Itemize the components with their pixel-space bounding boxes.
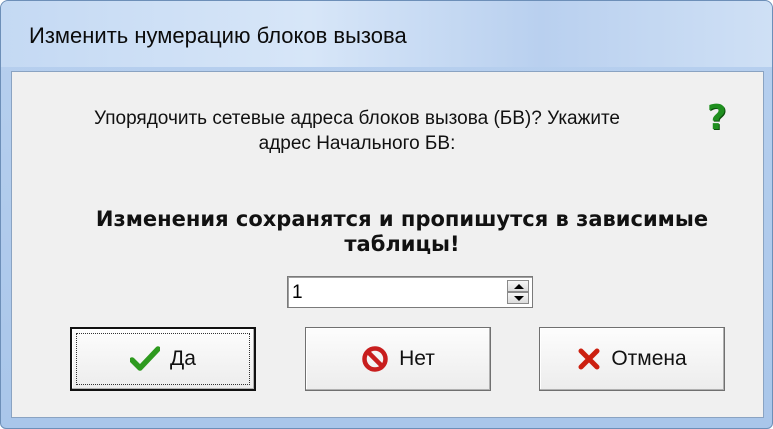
question-line-1: Упорядочить сетевые адреса блоков вызова… [94,108,620,129]
cross-icon [577,347,601,371]
spinner-buttons [507,280,529,304]
spinner-up-button[interactable] [507,280,529,292]
start-address-input[interactable]: 1 [292,282,303,304]
yes-button[interactable]: Да [70,327,256,391]
spinner-down-button[interactable] [507,292,529,304]
dialog-window: Изменить нумерацию блоков вызова Упорядо… [0,0,773,429]
cancel-button[interactable]: Отмена [539,327,725,391]
no-button-label: Нет [399,347,435,370]
no-button[interactable]: Нет [305,327,491,391]
dialog-body: Упорядочить сетевые адреса блоков вызова… [11,71,764,418]
no-entry-icon [361,345,389,373]
start-address-spinner[interactable]: 1 [287,276,533,308]
question-mark-icon: ? [707,98,727,138]
warning-line-2: таблицы! [344,232,460,256]
question-text: Упорядочить сетевые адреса блоков вызова… [12,106,702,156]
yes-button-label: Да [170,347,196,370]
checkmark-icon [130,346,161,372]
question-line-2: адрес Начального БВ: [258,133,456,154]
warning-line-1: Изменения сохранятся и пропишутся в зави… [95,207,709,231]
warning-text: Изменения сохранятся и пропишутся в зави… [52,207,752,257]
cancel-button-label: Отмена [611,347,687,370]
window-title: Изменить нумерацию блоков вызова [29,23,407,48]
title-bar[interactable]: Изменить нумерацию блоков вызова [1,1,772,67]
